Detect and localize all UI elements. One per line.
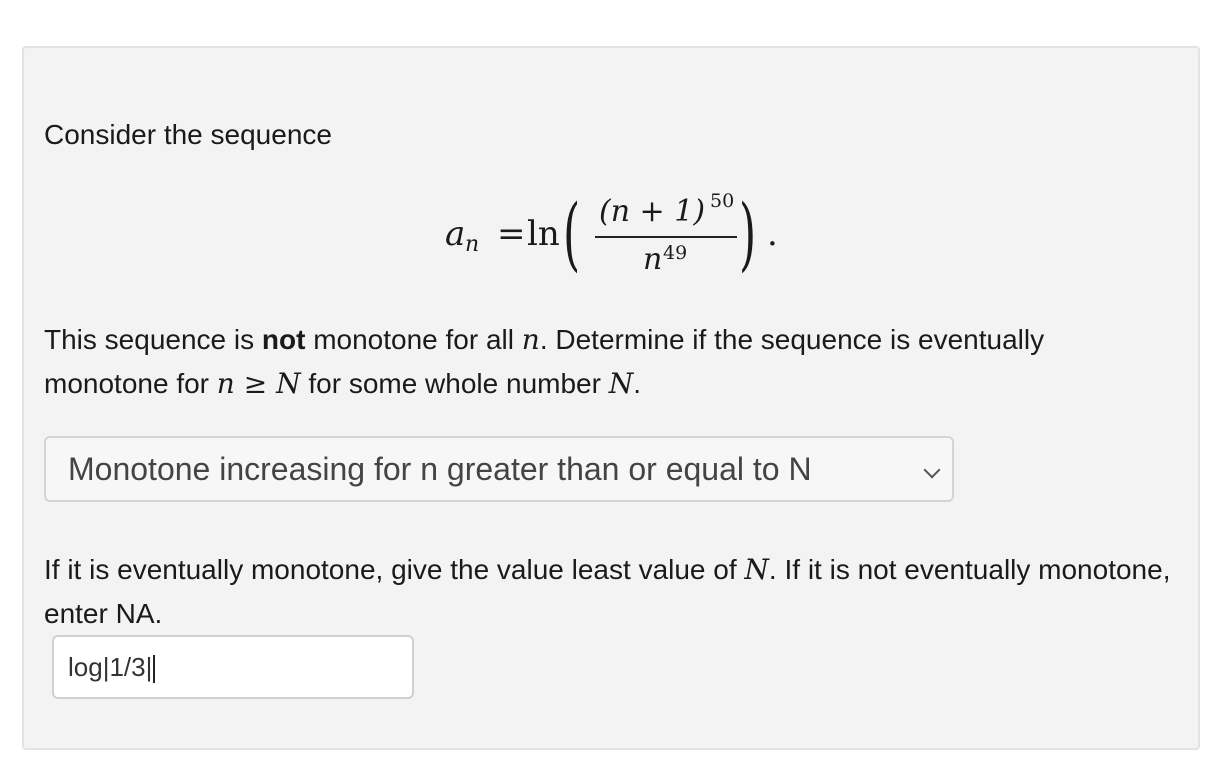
formula-denominator: n [643, 242, 663, 277]
formula-ln: ln [527, 214, 560, 254]
text-cursor [153, 655, 156, 684]
sequence-formula: a n = ln ( (n + 1) 50 n 49 ) . [445, 187, 785, 288]
formula-a: a [445, 214, 466, 254]
formula-close-paren: ) [739, 187, 757, 280]
answer-input[interactable]: log|1/3| [52, 635, 414, 699]
intro-text: Consider the sequence [44, 119, 332, 150]
select-value: Monotone increasing for n greater than o… [68, 451, 812, 487]
formula-numerator-exponent: 50 [710, 190, 735, 212]
answer-value: log|1/3| [68, 652, 153, 682]
formula-equals: = [497, 214, 526, 254]
formula-subscript: n [465, 232, 480, 257]
formula-period: . [767, 214, 778, 254]
least-n-prompt: If it is eventually monotone, give the v… [44, 553, 1171, 629]
monotone-select[interactable]: Monotone increasing for n greater than o… [44, 436, 954, 502]
chevron-down-icon [923, 461, 941, 479]
formula-open-paren: ( [563, 187, 581, 280]
monotone-prompt: This sequence is not monotone for all n.… [44, 323, 1045, 400]
formula-numerator: (n + 1) [599, 194, 706, 229]
fraction-bar [595, 236, 737, 238]
formula-denominator-exponent: 49 [663, 242, 688, 264]
